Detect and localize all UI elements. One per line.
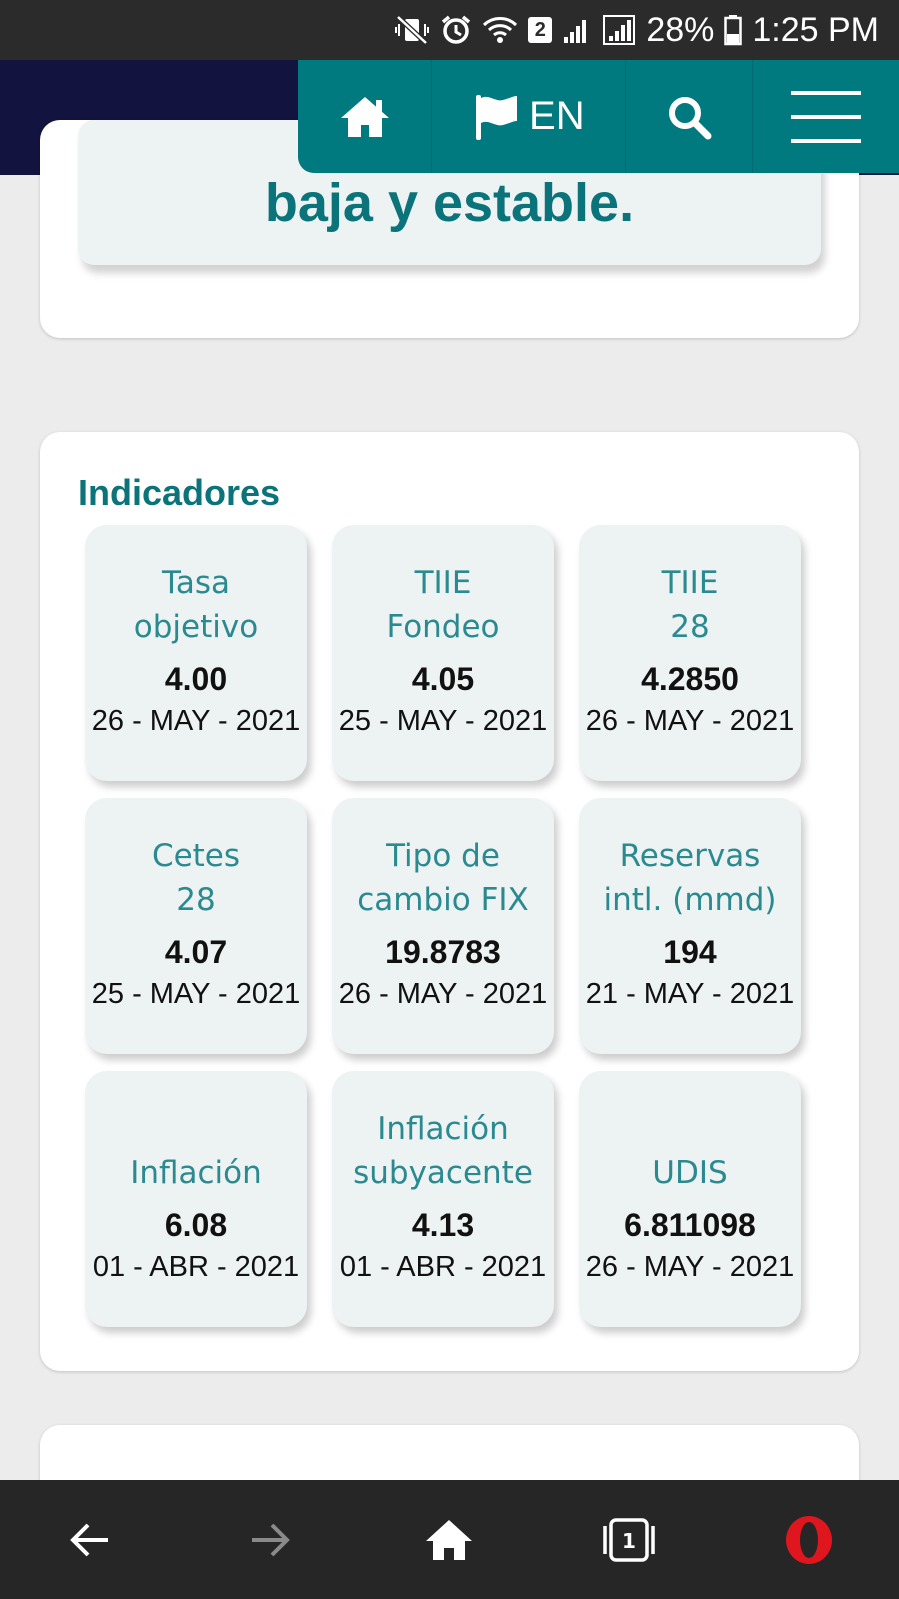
indicator-tile-inflacion-subyacente[interactable]: Inflación subyacente 4.13 01 - ABR - 202… — [332, 1071, 554, 1327]
flag-icon — [476, 94, 518, 140]
indicator-date: 25 - MAY - 2021 — [91, 978, 301, 1010]
indicator-date: 26 - MAY - 2021 — [91, 705, 301, 737]
indicator-value: 6.811098 — [624, 1207, 756, 1243]
indicator-date: 26 - MAY - 2021 — [585, 705, 795, 737]
indicator-value: 4.00 — [164, 661, 228, 697]
indicator-date: 26 - MAY - 2021 — [338, 978, 548, 1010]
tabs-icon: 1 — [603, 1517, 656, 1562]
home-icon — [340, 96, 389, 137]
nav-home-button[interactable] — [298, 60, 433, 173]
nav-search-button[interactable] — [626, 60, 753, 173]
alarm-icon — [440, 14, 472, 46]
section-title: Indicadores — [78, 472, 281, 513]
indicadores-card: Indicadores Tasa objetivo 4.00 26 - MAY … — [40, 432, 859, 1371]
back-button[interactable] — [0, 1480, 180, 1599]
indicator-label: Inflación subyacente — [353, 1111, 533, 1191]
indicator-value: 6.08 — [164, 1207, 228, 1243]
indicator-date: 01 - ABR - 2021 — [92, 1251, 300, 1283]
indicator-label: Inflación — [130, 1155, 262, 1191]
indicator-value: 4.07 — [164, 934, 228, 970]
indicator-value: 19.8783 — [385, 934, 501, 970]
indicator-date: 26 - MAY - 2021 — [585, 1251, 795, 1283]
indicator-value: 194 — [663, 934, 717, 970]
tab-count: 1 — [622, 1529, 636, 1553]
indicator-label: Reservas intl. (mmd) — [603, 838, 777, 918]
opera-logo-icon — [786, 1515, 833, 1564]
home-icon — [426, 1519, 473, 1560]
top-nav-bar: EN — [298, 60, 899, 173]
hamburger-menu-icon — [790, 90, 861, 143]
indicator-label: TIIE 28 — [661, 565, 719, 645]
sim-slot-badge: 2 — [528, 17, 553, 43]
wifi-icon — [482, 15, 518, 45]
signal-icon-1 — [562, 15, 592, 45]
signal-icon-2 — [602, 14, 636, 46]
indicator-tile-cetes-28[interactable]: Cetes 28 4.07 25 - MAY - 2021 — [85, 798, 307, 1054]
forward-button[interactable] — [180, 1480, 360, 1599]
indicator-date: 01 - ABR - 2021 — [339, 1251, 547, 1283]
indicator-value: 4.2850 — [641, 661, 739, 697]
vibrate-mute-icon — [394, 15, 430, 45]
indicator-tile-tasa-objetivo[interactable]: Tasa objetivo 4.00 26 - MAY - 2021 — [85, 525, 307, 781]
status-icons: 2 28% 1:25 PM — [394, 0, 879, 60]
indicator-value: 4.13 — [411, 1207, 475, 1243]
indicator-value: 4.05 — [411, 661, 475, 697]
language-label: EN — [529, 94, 585, 138]
indicator-date: 25 - MAY - 2021 — [338, 705, 548, 737]
back-arrow-icon — [70, 1523, 108, 1556]
nav-menu-button[interactable] — [753, 60, 899, 173]
battery-icon — [724, 14, 743, 46]
indicator-date: 21 - MAY - 2021 — [585, 978, 795, 1010]
indicator-tile-tiie-fondeo[interactable]: TIIE Fondeo 4.05 25 - MAY - 2021 — [332, 525, 554, 781]
clock: 1:25 PM — [752, 10, 879, 49]
indicator-label: Cetes 28 — [151, 838, 241, 918]
status-bar: 2 28% 1:25 PM — [0, 0, 899, 60]
forward-arrow-icon — [251, 1523, 290, 1556]
indicator-grid: Tasa objetivo 4.00 26 - MAY - 2021 TIIE … — [85, 525, 805, 1327]
indicator-tile-inflacion[interactable]: Inflación 6.08 01 - ABR - 2021 — [85, 1071, 307, 1327]
nav-language-button[interactable]: EN — [432, 60, 627, 173]
tabs-button[interactable]: 1 — [539, 1480, 719, 1599]
indicator-label: Tasa objetivo — [133, 565, 259, 645]
indicator-label: Tipo de cambio FIX — [357, 838, 529, 918]
search-icon — [669, 96, 712, 139]
indicator-tile-reservas-intl[interactable]: Reservas intl. (mmd) 194 21 - MAY - 2021 — [579, 798, 801, 1054]
opera-menu-button[interactable] — [719, 1480, 899, 1599]
indicator-tile-tipo-de-cambio-fix[interactable]: Tipo de cambio FIX 19.8783 26 - MAY - 20… — [332, 798, 554, 1054]
hero-text: baja y estable. — [264, 173, 635, 233]
browser-bottom-nav: 1 — [0, 1480, 899, 1599]
indicator-tile-tiie-28[interactable]: TIIE 28 4.2850 26 - MAY - 2021 — [579, 525, 801, 781]
battery-percent: 28% — [646, 10, 715, 49]
indicator-label: TIIE Fondeo — [386, 565, 500, 645]
browser-home-button[interactable] — [360, 1480, 540, 1599]
indicator-tile-udis[interactable]: UDIS 6.811098 26 - MAY - 2021 — [579, 1071, 801, 1327]
indicator-label: UDIS — [652, 1155, 728, 1191]
